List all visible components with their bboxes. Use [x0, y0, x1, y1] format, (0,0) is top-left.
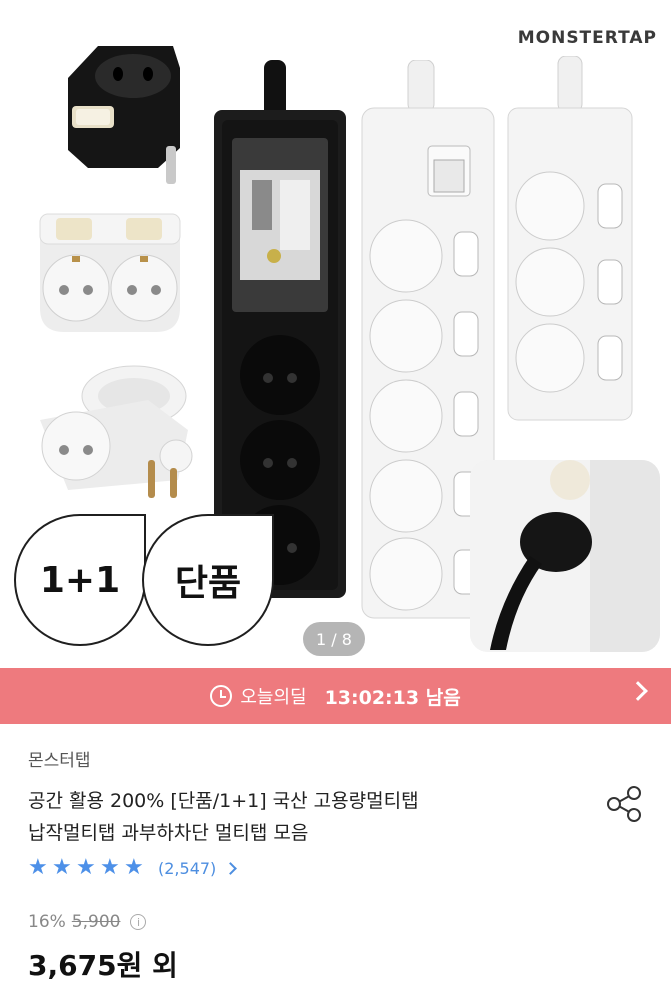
single-badge: 단품 — [142, 514, 274, 646]
original-price: 5,900 — [71, 912, 121, 932]
clock-icon — [210, 685, 233, 707]
todays-deal-banner[interactable]: 오늘의딜 13:02:13 남음 — [0, 668, 671, 724]
seller-name[interactable]: 몬스터탭 — [28, 746, 91, 771]
chevron-right-icon — [224, 861, 238, 875]
chevron-right-icon[interactable] — [628, 681, 648, 701]
discount-rate: 16% — [28, 912, 66, 932]
sale-price: 3,675원 외 — [28, 949, 178, 982]
single-adapter-black-image — [58, 38, 188, 188]
star-icon: ★ — [100, 855, 120, 880]
info-icon[interactable]: i — [130, 914, 147, 930]
share-icon[interactable] — [605, 786, 643, 822]
rating-row[interactable]: ★ ★ ★ ★ ★ (2,547) — [28, 855, 238, 880]
discount-row: 16% 5,900 i — [28, 912, 147, 932]
deal-countdown: 13:02:13 남음 — [324, 686, 461, 709]
review-count-link[interactable]: (2,547) — [158, 859, 216, 878]
brand-logo: MONSTERTAP — [517, 28, 657, 48]
product-title: 공간 활용 200% [단품/1+1] 국산 고용량멀티탭 납작멀티탭 과부하차… — [28, 785, 568, 849]
star-icon: ★ — [28, 855, 48, 880]
double-adapter-white-image — [34, 208, 186, 340]
product-title-line-1: 공간 활용 200% [단품/1+1] 국산 고용량멀티탭 — [28, 790, 419, 812]
bundle-badge: 1+1 — [14, 514, 146, 646]
star-icon: ★ — [76, 855, 96, 880]
product-image-carousel[interactable]: MONSTERTAP 1+1 단품 1 / 8 — [0, 0, 671, 668]
product-title-line-2: 납작멀티탭 과부하차단 멀티탭 모음 — [28, 822, 309, 844]
star-icon: ★ — [124, 855, 144, 880]
white-three-outlet-strip-image — [506, 56, 636, 422]
plug-detail-inset-image — [470, 460, 660, 652]
triple-adapter-white-image — [28, 360, 198, 500]
star-icon: ★ — [52, 855, 72, 880]
image-counter: 1 / 8 — [303, 622, 365, 656]
deal-label: 오늘의딜 — [240, 687, 307, 708]
